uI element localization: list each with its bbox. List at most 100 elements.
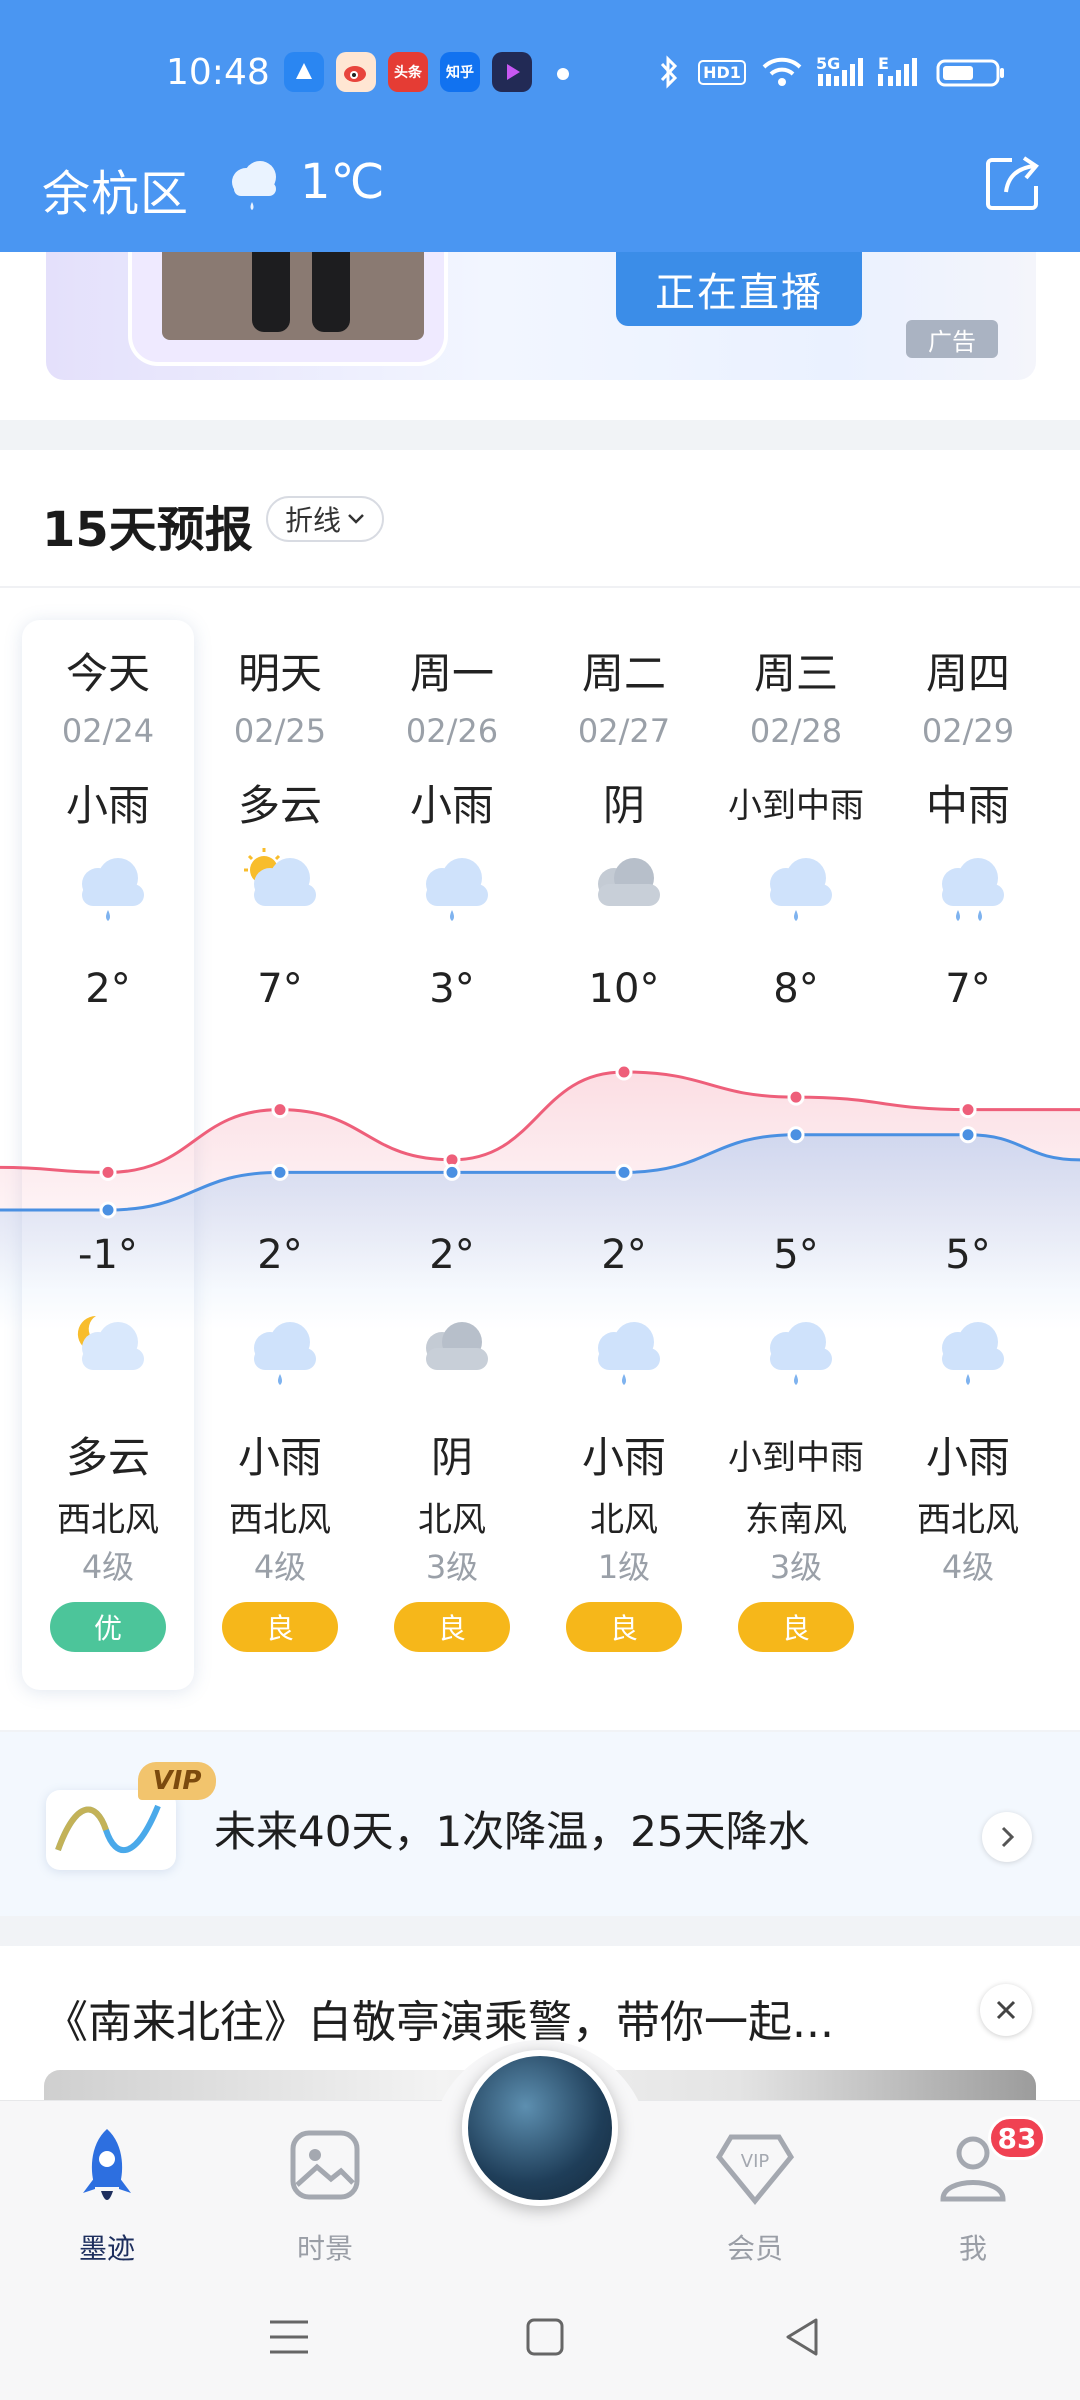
day-weather: 多云 bbox=[237, 781, 322, 830]
overcast-icon bbox=[410, 1310, 498, 1390]
low-temp-label: 5° bbox=[945, 1232, 991, 1278]
wind-level: 1级 bbox=[597, 1548, 651, 1586]
cloud-heavy-rain-icon bbox=[926, 846, 1014, 926]
qq-browser-icon bbox=[284, 52, 324, 92]
day-date: 02/29 bbox=[921, 712, 1015, 750]
low-temp-label: -1° bbox=[78, 1232, 138, 1278]
low-temp-label: 2° bbox=[429, 1232, 475, 1278]
night-weather: 多云 bbox=[65, 1433, 150, 1482]
forty-day-summary: 未来40天，1次降温，25天降水 bbox=[214, 1807, 810, 1856]
day-weather: 中雨 bbox=[925, 781, 1010, 830]
night-weather: 小雨 bbox=[925, 1433, 1010, 1482]
aqi-badge[interactable]: 良 bbox=[566, 1602, 682, 1652]
center-weather-video-button[interactable] bbox=[462, 2050, 618, 2206]
battery-icon bbox=[936, 54, 1006, 90]
zhihu-icon: 知乎 bbox=[440, 52, 480, 92]
nav-label-moji: 墨迹 bbox=[78, 2232, 135, 2265]
night-weather: 阴 bbox=[430, 1433, 473, 1482]
nav-item-vip[interactable]: VIP 会员 bbox=[680, 2121, 830, 2271]
low-temp-label: 2° bbox=[257, 1232, 303, 1278]
wind-level: 4级 bbox=[81, 1548, 135, 1586]
location-bar: 余杭区 1℃ bbox=[0, 142, 1080, 232]
home-icon[interactable] bbox=[524, 2316, 566, 2362]
forecast-day-column[interactable]: 今天 02/24 小雨 2° -1° 多云 西北风 4级 优 bbox=[22, 450, 194, 1730]
bluetooth-icon bbox=[654, 54, 684, 90]
ad-card[interactable]: 正在直播 广告 bbox=[46, 252, 1036, 380]
day-weather: 小到中雨 bbox=[728, 786, 864, 826]
forty-day-trend-banner[interactable]: VIP 未来40天，1次降温，25天降水 bbox=[0, 1732, 1080, 1916]
aqi-badge[interactable]: 良 bbox=[394, 1602, 510, 1652]
back-icon[interactable] bbox=[782, 2316, 824, 2362]
cloud-rain-icon bbox=[754, 1310, 842, 1390]
low-temp-label: 5° bbox=[773, 1232, 819, 1278]
ad-image bbox=[162, 252, 424, 340]
location-label[interactable]: 余杭区 bbox=[42, 154, 189, 224]
video-app-icon bbox=[492, 52, 532, 92]
ad-banner[interactable]: 正在直播 广告 bbox=[0, 252, 1080, 420]
forecast-day-column[interactable]: 明天 02/25 多云 7° 2° 小雨 西北风 4级 良 bbox=[194, 450, 366, 1730]
day-date: 02/24 bbox=[61, 712, 155, 750]
nav-label-vip: 会员 bbox=[726, 2232, 783, 2265]
high-temp-label: 10° bbox=[588, 966, 660, 1012]
cloud-rain-icon bbox=[754, 846, 842, 926]
svg-text:VIP: VIP bbox=[741, 2151, 770, 2172]
notification-dot bbox=[557, 68, 569, 80]
aqi-badge[interactable]: 良 bbox=[738, 1602, 854, 1652]
wind-level: 4级 bbox=[253, 1548, 307, 1586]
wind-direction: 北风 bbox=[590, 1500, 658, 1540]
app-header: 10:48 头条 知乎 HD1 5G E 余杭区 1℃ bbox=[0, 0, 1080, 252]
status-time: 10:48 bbox=[166, 52, 270, 93]
signal-5g-icon: 5G bbox=[816, 54, 866, 90]
day-name: 周二 bbox=[581, 649, 666, 698]
wind-level: 4级 bbox=[941, 1548, 995, 1586]
nav-item-scenery[interactable]: 时景 bbox=[250, 2121, 400, 2271]
cloud-rain-icon bbox=[238, 1310, 326, 1390]
wind-direction: 东南风 bbox=[745, 1500, 847, 1540]
moon-cloud-icon bbox=[66, 1310, 154, 1390]
aqi-badge[interactable]: 良 bbox=[222, 1602, 338, 1652]
live-now-button[interactable]: 正在直播 bbox=[616, 252, 862, 326]
forecast-day-column[interactable]: 周四 02/29 中雨 7° 5° 小雨 西北风 4级 bbox=[882, 450, 1054, 1730]
wind-direction: 北风 bbox=[418, 1500, 486, 1540]
hd-icon: HD1 bbox=[698, 54, 746, 90]
forecast-day-column[interactable]: 周一 02/26 小雨 3° 2° 阴 北风 3级 良 bbox=[366, 450, 538, 1730]
ad-image-frame bbox=[128, 252, 448, 366]
high-temp-label: 3° bbox=[429, 966, 475, 1012]
rocket-icon bbox=[83, 2129, 131, 2200]
night-weather: 小雨 bbox=[237, 1433, 322, 1482]
toutiao-icon: 头条 bbox=[388, 52, 428, 92]
menu-icon[interactable] bbox=[268, 2316, 310, 2362]
high-temp-label: 2° bbox=[85, 966, 131, 1012]
day-weather: 小雨 bbox=[409, 781, 494, 830]
wind-direction: 西北风 bbox=[57, 1500, 159, 1540]
image-icon bbox=[290, 2130, 360, 2200]
night-weather: 小雨 bbox=[581, 1433, 666, 1482]
wind-level: 3级 bbox=[425, 1548, 479, 1586]
day-name: 周三 bbox=[753, 649, 838, 698]
cloud-rain-icon bbox=[582, 1310, 670, 1390]
nav-item-moji[interactable]: 墨迹 bbox=[32, 2121, 182, 2271]
forecast-day-column[interactable]: 周二 02/27 阴 10° 2° 小雨 北风 1级 良 bbox=[538, 450, 710, 1730]
day-date: 02/27 bbox=[577, 712, 671, 750]
day-name: 周四 bbox=[925, 649, 1010, 698]
vip-diamond-icon: VIP bbox=[715, 2134, 795, 2205]
share-icon[interactable] bbox=[982, 152, 1044, 218]
chevron-right-icon[interactable] bbox=[982, 1812, 1032, 1862]
close-icon[interactable] bbox=[980, 1984, 1032, 2036]
news-title[interactable]: 《南来北往》白敬亭演乘警，带你一起... bbox=[44, 1986, 834, 2050]
nav-label-me: 我 bbox=[958, 2232, 987, 2265]
high-temp-label: 7° bbox=[257, 966, 303, 1012]
day-date: 02/26 bbox=[405, 712, 499, 750]
vip-badge: VIP bbox=[138, 1762, 216, 1800]
forecast-day-column[interactable]: 周三 02/28 小到中雨 8° 5° 小到中雨 东南风 3级 良 bbox=[710, 450, 882, 1730]
cloud-rain-icon bbox=[66, 846, 154, 926]
day-date: 02/28 bbox=[749, 712, 843, 750]
wind-direction: 西北风 bbox=[229, 1500, 331, 1540]
system-navigation-bar bbox=[0, 2280, 1080, 2400]
current-temperature: 1℃ bbox=[300, 154, 385, 210]
aqi-badge[interactable]: 优 bbox=[50, 1602, 166, 1652]
high-temp-label: 8° bbox=[773, 966, 819, 1012]
night-weather: 小到中雨 bbox=[728, 1438, 864, 1478]
day-name: 今天 bbox=[65, 649, 150, 698]
cloud-rain-icon bbox=[410, 846, 498, 926]
